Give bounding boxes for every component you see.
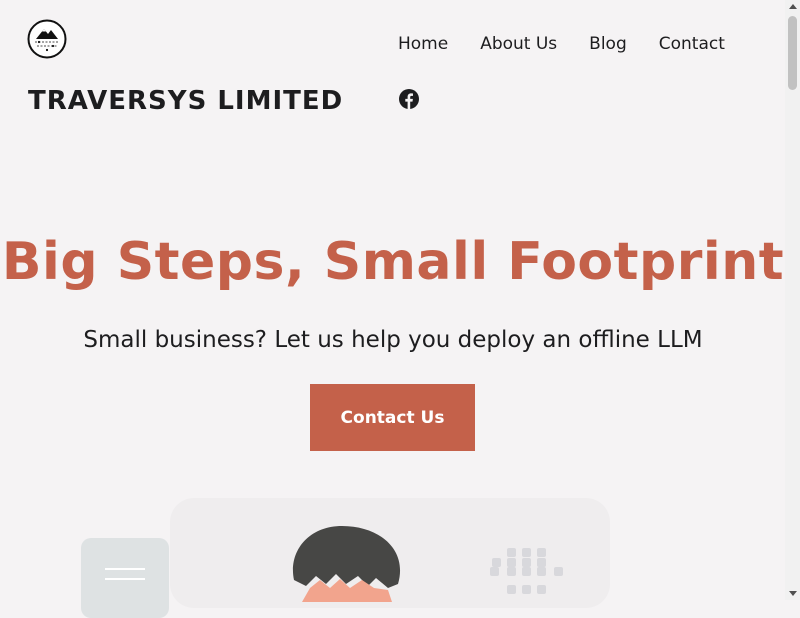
dot	[507, 567, 516, 576]
scroll-up-arrow-icon[interactable]	[789, 4, 797, 9]
dot	[522, 585, 531, 594]
site-logo[interactable]	[27, 19, 67, 59]
person-illustration	[280, 522, 410, 602]
dot	[507, 548, 516, 557]
dot	[522, 548, 531, 557]
dot	[554, 567, 563, 576]
dot	[522, 567, 531, 576]
dot	[492, 558, 501, 567]
dot	[522, 558, 531, 567]
scroll-down-arrow-icon[interactable]	[789, 591, 797, 596]
contact-us-button[interactable]: Contact Us	[310, 384, 475, 451]
document-line	[105, 578, 145, 580]
document-line	[105, 568, 145, 570]
hero-title: Big Steps, Small Footprint	[1, 232, 785, 292]
dot	[537, 585, 546, 594]
nav-item-blog[interactable]: Blog	[589, 34, 627, 54]
scroll-thumb[interactable]	[788, 16, 797, 90]
dot	[507, 585, 516, 594]
dot	[490, 567, 499, 576]
nav-item-home[interactable]: Home	[398, 34, 448, 54]
page-scrollbar[interactable]	[785, 0, 800, 600]
site-title[interactable]: TRAVERSYS LIMITED	[28, 86, 343, 116]
mountain-circuit-logo-icon	[27, 19, 67, 59]
facebook-icon[interactable]	[399, 89, 419, 109]
dot	[537, 567, 546, 576]
dot	[537, 548, 546, 557]
dot	[507, 558, 516, 567]
dot	[537, 558, 546, 567]
nav-item-about-us[interactable]: About Us	[480, 34, 557, 54]
main-nav: Home About Us Blog Contact	[398, 34, 725, 54]
hero-subtitle: Small business? Let us help you deploy a…	[83, 327, 703, 353]
nav-item-contact[interactable]: Contact	[659, 34, 725, 54]
document-card-illustration	[81, 538, 169, 618]
